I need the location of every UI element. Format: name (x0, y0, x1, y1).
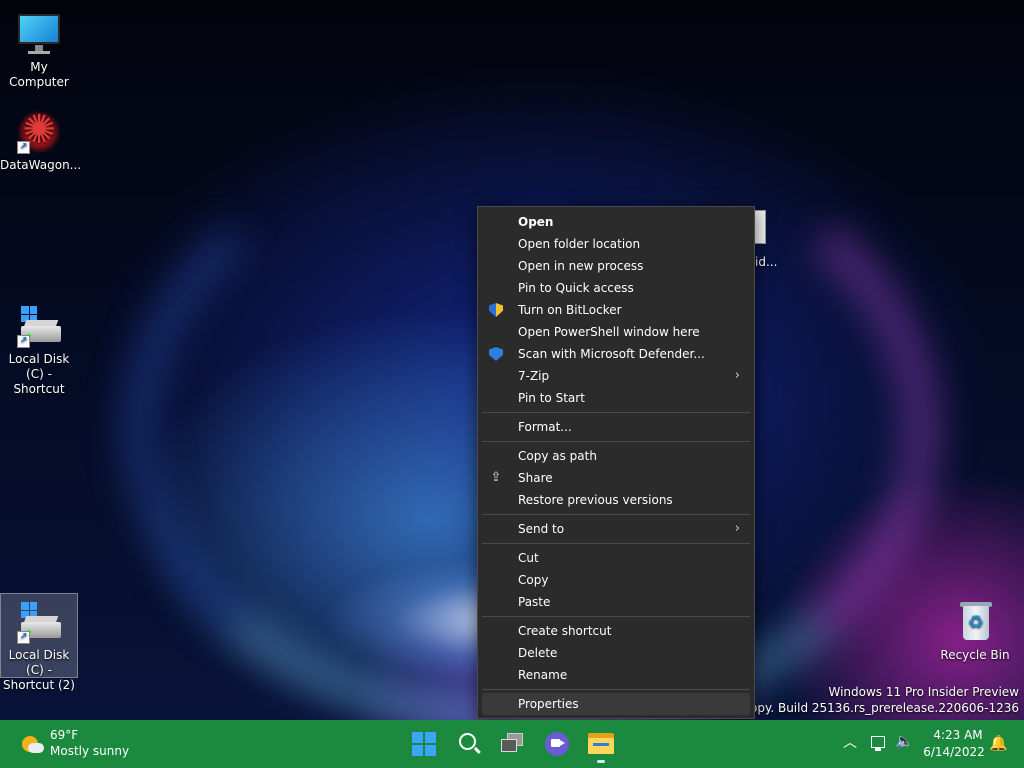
partial-file-icon[interactable] (754, 210, 766, 244)
menu-item-label: Open PowerShell window here (518, 325, 700, 339)
desktop-icon-label: DataWagon... (0, 158, 82, 172)
menu-item-label: Scan with Microsoft Defender... (518, 347, 705, 361)
menu-item-label: Paste (518, 595, 551, 609)
shortcut-arrow-icon: ↗ (17, 141, 30, 154)
desktop-icon-label: Local Disk (C) - Shortcut (8, 352, 70, 396)
menu-item-properties[interactable]: Properties (482, 693, 750, 715)
desktop-icon-local-disk-shortcut[interactable]: ↗ Local Disk (C) - Shortcut (0, 298, 78, 397)
menu-item-restore-previous-versions[interactable]: Restore previous versions (482, 489, 750, 511)
desktop-icon-datawagon[interactable]: ↗ DataWagon... (0, 104, 82, 173)
uac-shield-icon (489, 303, 503, 317)
menu-item-copy-as-path[interactable]: Copy as path (482, 445, 750, 467)
menu-item-label: Copy (518, 573, 549, 587)
menu-item-open-in-new-process[interactable]: Open in new process (482, 255, 750, 277)
menu-item-send-to[interactable]: Send to › (482, 518, 750, 540)
menu-item-label: Pin to Start (518, 391, 585, 405)
menu-item-label: Restore previous versions (518, 493, 673, 507)
search-button[interactable] (455, 730, 483, 758)
shortcut-arrow-icon: ↗ (17, 335, 30, 348)
desktop-icon-label: Recycle Bin (940, 648, 1010, 662)
watermark-edition: Windows 11 Pro Insider Preview (828, 685, 1019, 699)
datawagon-logo-icon: ↗ (15, 108, 63, 156)
menu-item-rename[interactable]: Rename (482, 664, 750, 686)
menu-item-7zip[interactable]: 7-Zip › (482, 365, 750, 387)
clock-date[interactable]: 6/14/2022 (922, 745, 986, 759)
menu-item-label: Copy as path (518, 449, 597, 463)
network-icon[interactable] (871, 736, 885, 751)
desktop-icon-recycle-bin[interactable]: ♻ Recycle Bin (936, 594, 1014, 663)
menu-item-open-powershell[interactable]: Open PowerShell window here (482, 321, 750, 343)
chat-button[interactable] (543, 730, 571, 758)
menu-item-label: Open folder location (518, 237, 641, 251)
drive-icon: ↗ (15, 598, 63, 646)
desktop-icon-label: My Computer (9, 60, 69, 89)
recycle-bin-icon: ♻ (951, 598, 999, 646)
menu-item-label: Cut (518, 551, 539, 565)
share-icon: ⇪ (490, 470, 502, 485)
menu-item-turn-on-bitlocker[interactable]: Turn on BitLocker (482, 299, 750, 321)
menu-item-label: Share (518, 471, 553, 485)
task-view-button[interactable] (499, 730, 527, 758)
partly-sunny-icon (20, 734, 44, 756)
weather-widget[interactable]: 69°F Mostly sunny (18, 728, 148, 760)
menu-item-scan-defender[interactable]: Scan with Microsoft Defender... (482, 343, 750, 365)
active-app-indicator (597, 760, 605, 763)
notification-bell-icon[interactable]: 🔔 (989, 734, 1008, 752)
weather-description: Mostly sunny (50, 744, 130, 758)
menu-item-pin-quick-access[interactable]: Pin to Quick access (482, 277, 750, 299)
partial-icon-label: id... (755, 255, 778, 269)
menu-item-label: Send to (518, 522, 565, 536)
show-hidden-icons-chevron-up-icon[interactable]: ︿ (843, 732, 857, 752)
desktop-icon-label: Local Disk (C) - Shortcut (2) (3, 648, 75, 692)
menu-item-open-folder-location[interactable]: Open folder location (482, 233, 750, 255)
menu-item-label: 7-Zip (518, 369, 550, 383)
clock-time[interactable]: 4:23 AM (930, 728, 986, 742)
taskbar: 69°F Mostly sunny ︿ 🔈 4:23 AM 6/14/2022 … (0, 720, 1024, 768)
menu-item-delete[interactable]: Delete (482, 642, 750, 664)
volume-icon[interactable]: 🔈 (895, 732, 914, 750)
drive-icon: ↗ (15, 302, 63, 350)
menu-item-cut[interactable]: Cut (482, 547, 750, 569)
menu-item-label: Pin to Quick access (518, 281, 634, 295)
shortcut-arrow-icon: ↗ (17, 631, 30, 644)
menu-item-create-shortcut[interactable]: Create shortcut (482, 620, 750, 642)
menu-separator (482, 689, 750, 690)
menu-separator (482, 412, 750, 413)
menu-item-label: Format... (518, 420, 572, 434)
menu-separator (482, 514, 750, 515)
monitor-icon (15, 10, 63, 58)
defender-shield-icon (489, 347, 503, 361)
menu-item-label: Open (518, 215, 554, 229)
menu-item-pin-to-start[interactable]: Pin to Start (482, 387, 750, 409)
file-explorer-button[interactable] (587, 730, 615, 763)
menu-item-label: Open in new process (518, 259, 644, 273)
desktop-icon-local-disk-shortcut-2[interactable]: ↗ Local Disk (C) - Shortcut (2) (0, 593, 78, 692)
start-button[interactable] (410, 730, 438, 758)
menu-item-label: Properties (518, 697, 579, 711)
menu-item-label: Turn on BitLocker (518, 303, 622, 317)
menu-item-format[interactable]: Format... (482, 416, 750, 438)
chevron-right-icon: › (734, 521, 740, 536)
menu-item-share[interactable]: ⇪ Share (482, 467, 750, 489)
desktop-icon-my-computer[interactable]: My Computer (0, 6, 78, 90)
menu-item-copy[interactable]: Copy (482, 569, 750, 591)
menu-item-label: Rename (518, 668, 568, 682)
menu-item-label: Create shortcut (518, 624, 612, 638)
context-menu: Open Open folder location Open in new pr… (477, 206, 755, 719)
weather-temperature: 69°F (50, 728, 79, 742)
menu-separator (482, 441, 750, 442)
search-icon (459, 733, 476, 750)
menu-item-paste[interactable]: Paste (482, 591, 750, 613)
menu-item-open[interactable]: Open (482, 211, 750, 233)
menu-separator (482, 543, 750, 544)
menu-item-label: Delete (518, 646, 558, 660)
menu-separator (482, 616, 750, 617)
chevron-right-icon: › (734, 368, 740, 383)
windows-start-icon (412, 732, 436, 756)
